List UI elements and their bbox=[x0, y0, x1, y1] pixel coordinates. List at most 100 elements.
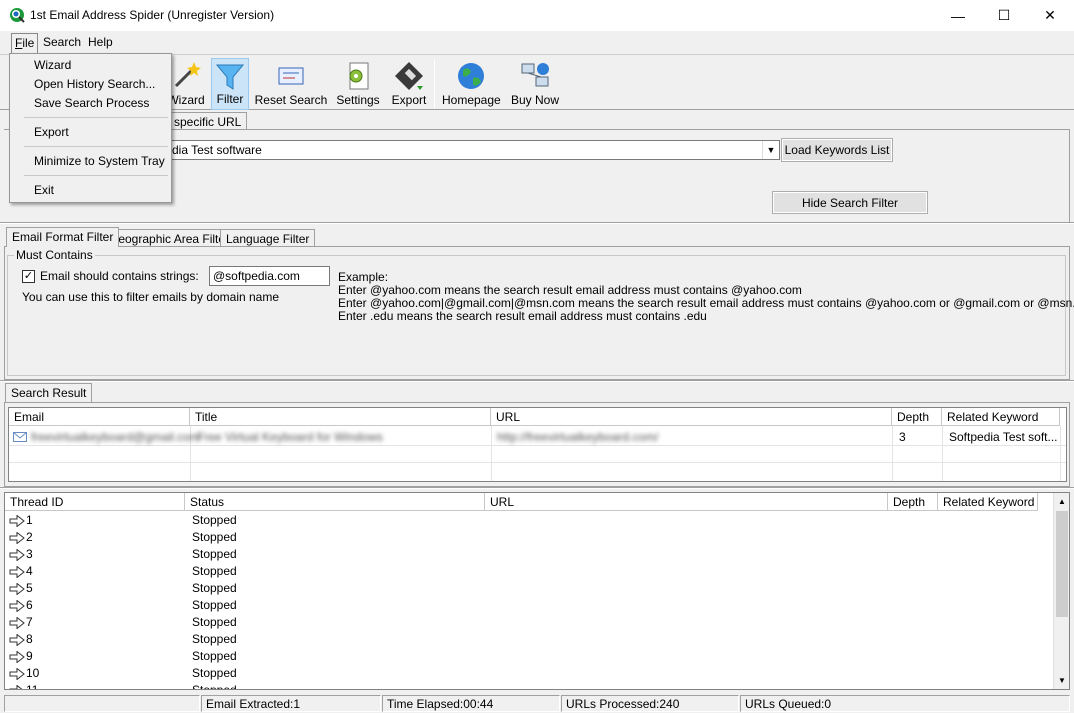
wizard-button[interactable]: Wizard bbox=[166, 58, 206, 110]
arrow-right-icon bbox=[9, 651, 25, 663]
keyword-value: dia Test software bbox=[172, 143, 262, 157]
tab-specific-url[interactable]: specific URL bbox=[168, 112, 248, 130]
thread-id: 4 bbox=[26, 564, 33, 578]
menu-bar: File Search Help bbox=[0, 31, 1074, 53]
menu-separator bbox=[24, 117, 168, 118]
menu-help[interactable]: Help bbox=[88, 35, 113, 49]
thread-status: Stopped bbox=[192, 564, 237, 578]
export-button[interactable]: Export bbox=[388, 58, 430, 110]
keyword-combobox[interactable]: dia Test software ▼ bbox=[151, 140, 780, 160]
menu-item-save-search[interactable]: Save Search Process bbox=[34, 96, 149, 110]
window-title: 1st Email Address Spider (Unregister Ver… bbox=[30, 8, 275, 22]
email-contains-label: Email should contains strings: bbox=[40, 269, 199, 283]
settings-button[interactable]: Settings bbox=[335, 58, 381, 110]
column-header-thread-id[interactable]: Thread ID bbox=[5, 493, 185, 511]
scrollbar-thumb[interactable] bbox=[1056, 511, 1068, 617]
column-header-depth[interactable]: Depth bbox=[892, 408, 942, 426]
example-line-2: Enter @yahoo.com|@gmail.com|@msn.com mea… bbox=[338, 296, 1074, 310]
email-contains-input[interactable]: @softpedia.com bbox=[209, 266, 330, 286]
thread-status: Stopped bbox=[192, 581, 237, 595]
thread-id: 9 bbox=[26, 649, 33, 663]
thread-status: Stopped bbox=[192, 649, 237, 663]
network-computers-icon bbox=[521, 63, 549, 87]
hide-search-filter-button[interactable]: Hide Search Filter bbox=[772, 191, 928, 214]
splitter bbox=[0, 380, 1074, 382]
menu-item-wizard[interactable]: Wizard bbox=[34, 58, 71, 72]
load-keywords-button[interactable]: Load Keywords List bbox=[781, 138, 893, 162]
file-menu-dropdown: Wizard Open History Search... Save Searc… bbox=[9, 53, 172, 203]
arrow-right-icon bbox=[9, 634, 25, 646]
thread-id: 5 bbox=[26, 581, 33, 595]
arrow-right-icon bbox=[9, 668, 25, 680]
menu-item-export[interactable]: Export bbox=[34, 125, 69, 139]
result-title: Free Virtual Keyboard for Windows bbox=[197, 430, 383, 444]
reset-search-button[interactable]: Reset Search bbox=[254, 58, 328, 110]
arrow-right-icon bbox=[9, 600, 25, 612]
menu-file[interactable]: File bbox=[11, 33, 39, 53]
close-button[interactable]: ✕ bbox=[1027, 0, 1073, 31]
column-header-thread-keyword[interactable]: Related Keyword bbox=[938, 493, 1038, 511]
thread-id: 3 bbox=[26, 547, 33, 561]
maximize-button[interactable]: ☐ bbox=[981, 0, 1027, 31]
menu-search[interactable]: Search bbox=[43, 35, 81, 49]
column-header-thread-depth[interactable]: Depth bbox=[888, 493, 938, 511]
filter-hint-text: You can use this to filter emails by dom… bbox=[22, 290, 280, 304]
column-header-status[interactable]: Status bbox=[185, 493, 485, 511]
chevron-down-icon[interactable]: ▼ bbox=[762, 141, 779, 159]
scroll-down-arrow-icon[interactable]: ▼ bbox=[1054, 672, 1069, 689]
wand-icon bbox=[174, 62, 201, 88]
email-contains-checkbox[interactable]: ✓ bbox=[22, 270, 35, 283]
settings-icon bbox=[349, 62, 369, 90]
scroll-up-arrow-icon[interactable]: ▲ bbox=[1054, 493, 1069, 510]
thread-status: Stopped bbox=[192, 598, 237, 612]
envelope-icon bbox=[13, 432, 27, 442]
tab-geographic-area-filter[interactable]: Geographic Area Filter bbox=[103, 229, 236, 247]
splitter bbox=[0, 487, 1074, 489]
thread-status: Stopped bbox=[192, 632, 237, 646]
tab-language-filter[interactable]: Language Filter bbox=[220, 229, 316, 247]
result-table[interactable]: Email Title URL Depth Related Keyword fr… bbox=[8, 407, 1067, 482]
arrow-right-icon bbox=[9, 515, 25, 527]
buy-now-button[interactable]: Buy Now bbox=[508, 58, 562, 110]
tab-search-result[interactable]: Search Result bbox=[5, 383, 93, 403]
column-header-title[interactable]: Title bbox=[190, 408, 491, 426]
result-keyword: Softpedia Test soft... bbox=[949, 430, 1058, 444]
filter-button[interactable]: Filter bbox=[211, 58, 249, 110]
result-depth: 3 bbox=[899, 430, 906, 444]
menu-separator bbox=[24, 175, 168, 176]
example-title: Example: bbox=[338, 270, 389, 284]
minimize-button[interactable]: — bbox=[935, 0, 981, 31]
status-urls-queued: URLs Queued:0 bbox=[740, 695, 1070, 712]
menu-separator bbox=[24, 146, 168, 147]
thread-table[interactable]: Thread ID Status URL Depth Related Keywo… bbox=[4, 492, 1070, 690]
status-bar: Email Extracted:1 Time Elapsed:00:44 URL… bbox=[0, 694, 1074, 713]
menu-item-minimize-tray[interactable]: Minimize to System Tray bbox=[34, 154, 165, 168]
arrow-right-icon bbox=[9, 617, 25, 629]
must-contains-label: Must Contains bbox=[14, 248, 95, 262]
title-bar: 1st Email Address Spider (Unregister Ver… bbox=[0, 0, 1074, 31]
result-email: freevirtualkeyboard@gmail.com bbox=[31, 430, 200, 444]
thread-status: Stopped bbox=[192, 683, 237, 690]
homepage-button[interactable]: Homepage bbox=[442, 58, 501, 110]
vertical-scrollbar[interactable]: ▲ ▼ bbox=[1053, 493, 1069, 689]
status-emails-extracted: Email Extracted:1 bbox=[201, 695, 381, 712]
export-disk-icon bbox=[395, 62, 423, 90]
menu-item-open-history[interactable]: Open History Search... bbox=[34, 77, 155, 91]
tab-email-format-filter[interactable]: Email Format Filter bbox=[6, 227, 120, 247]
menu-item-exit[interactable]: Exit bbox=[34, 183, 54, 197]
reset-icon bbox=[278, 67, 304, 85]
filter-funnel-icon bbox=[215, 64, 245, 90]
arrow-right-icon bbox=[9, 566, 25, 578]
arrow-right-icon bbox=[9, 549, 25, 561]
thread-id: 2 bbox=[26, 530, 33, 544]
column-header-url[interactable]: URL bbox=[491, 408, 892, 426]
thread-status: Stopped bbox=[192, 666, 237, 680]
column-header-email[interactable]: Email bbox=[9, 408, 190, 426]
column-header-related-keyword[interactable]: Related Keyword bbox=[942, 408, 1060, 426]
globe-icon bbox=[458, 63, 484, 89]
thread-id: 7 bbox=[26, 615, 33, 629]
column-header-thread-url[interactable]: URL bbox=[485, 493, 888, 511]
thread-id: 11 bbox=[26, 683, 39, 690]
thread-status: Stopped bbox=[192, 513, 237, 527]
thread-status: Stopped bbox=[192, 615, 237, 629]
